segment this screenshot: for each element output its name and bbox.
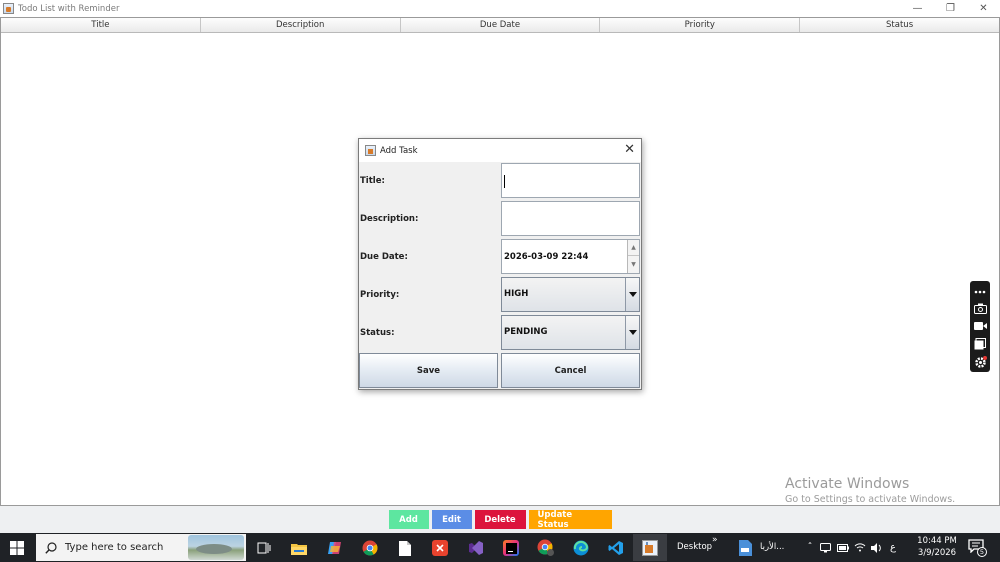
battery-icon[interactable]: [834, 543, 851, 552]
watermark-line1: Activate Windows: [785, 476, 910, 492]
volume-icon[interactable]: [868, 542, 885, 553]
wifi-icon[interactable]: [851, 543, 868, 552]
task-view-icon[interactable]: [252, 536, 276, 560]
activation-watermark: Activate Windows Go to Settings to activ…: [785, 476, 955, 505]
edit-button[interactable]: Edit: [431, 510, 472, 529]
column-header-due-date[interactable]: Due Date: [401, 18, 601, 32]
desktop-toolbar-label[interactable]: Desktop: [677, 542, 712, 552]
status-row: Status: PENDING: [359, 314, 641, 352]
input-language-indicator[interactable]: ع: [885, 542, 901, 553]
clock-date: 3/9/2026: [917, 548, 957, 558]
java-app-icon: [365, 145, 376, 156]
priority-select[interactable]: HIGH: [501, 277, 640, 312]
spinner-buttons: ▲ ▼: [627, 240, 639, 273]
search-placeholder: Type here to search: [65, 542, 164, 553]
intellij-icon[interactable]: [499, 536, 523, 560]
dialog-close-icon[interactable]: ✕: [624, 142, 635, 157]
minimize-icon[interactable]: —: [901, 0, 934, 17]
document-app-icon[interactable]: [733, 536, 757, 560]
watermark-line2: Go to Settings to activate Windows.: [785, 494, 956, 505]
column-header-description[interactable]: Description: [201, 18, 401, 32]
description-label: Description:: [360, 214, 419, 224]
status-value[interactable]: PENDING: [504, 316, 547, 349]
java-app-taskbar-icon[interactable]: [638, 536, 662, 560]
title-label: Title:: [360, 176, 385, 186]
add-button[interactable]: Add: [388, 510, 429, 529]
chrome-icon[interactable]: [358, 536, 382, 560]
meet-now-icon[interactable]: [817, 542, 834, 553]
visual-studio-icon[interactable]: [464, 536, 488, 560]
delete-button[interactable]: Delete: [474, 510, 526, 529]
title-row: Title:: [359, 162, 641, 200]
document-app-label[interactable]: الأربا...: [760, 542, 784, 552]
camera-icon[interactable]: [973, 303, 987, 315]
search-icon: [45, 541, 57, 554]
status-label: Status:: [360, 328, 395, 338]
spinner-up-icon[interactable]: ▲: [628, 240, 639, 256]
vscode-icon[interactable]: [604, 536, 628, 560]
description-input[interactable]: [501, 201, 640, 236]
table-header: Title Description Due Date Priority Stat…: [1, 18, 999, 33]
cancel-button[interactable]: Cancel: [501, 353, 640, 388]
due-date-value[interactable]: 2026-03-09 22:44: [504, 240, 588, 274]
chevron-up-icon[interactable]: ˆ: [803, 542, 817, 553]
column-header-title[interactable]: Title: [1, 18, 201, 32]
due-date-spinner[interactable]: 2026-03-09 22:44 ▲ ▼: [501, 239, 640, 274]
chrome-profile-icon[interactable]: [534, 536, 558, 560]
dropdown-arrow-icon[interactable]: [625, 316, 639, 349]
windows-start-icon[interactable]: [0, 533, 33, 562]
settings-icon[interactable]: [973, 355, 987, 369]
window-titlebar: Todo List with Reminder — ❐ ✕: [0, 0, 1000, 17]
copilot-icon[interactable]: [323, 536, 347, 560]
save-button[interactable]: Save: [359, 353, 498, 388]
priority-value[interactable]: HIGH: [504, 278, 528, 311]
restore-icon[interactable]: ❐: [934, 0, 967, 17]
dropdown-arrow-icon[interactable]: [625, 278, 639, 311]
capture-toolbar: [970, 281, 990, 372]
file-explorer-icon[interactable]: [287, 536, 311, 560]
notifications-icon[interactable]: 5: [968, 539, 987, 557]
title-input[interactable]: [501, 163, 640, 198]
update-status-button[interactable]: Update Status: [528, 510, 612, 530]
dialog-titlebar: Add Task ✕: [359, 139, 641, 162]
add-task-dialog: Add Task ✕ Title: Description: Due Date:…: [358, 138, 642, 390]
java-app-icon: [3, 3, 14, 14]
gallery-icon[interactable]: [973, 337, 987, 350]
taskbar-search[interactable]: Type here to search: [36, 534, 246, 561]
windows-taskbar: Type here to search Desktop » الأربا... …: [0, 533, 1000, 562]
description-row: Description:: [359, 200, 641, 238]
notification-count: 5: [977, 547, 987, 557]
more-icon[interactable]: [973, 286, 987, 297]
clock-time: 10:44 PM: [917, 536, 957, 546]
video-icon[interactable]: [973, 321, 987, 332]
text-caret: [504, 175, 505, 188]
column-header-priority[interactable]: Priority: [600, 18, 801, 32]
action-bar: Add Edit Delete Update Status: [0, 506, 1000, 533]
search-highlight-image[interactable]: [188, 535, 244, 560]
chevron-double-right-icon[interactable]: »: [712, 535, 718, 545]
system-tray: ˆ ع: [803, 533, 901, 562]
priority-label: Priority:: [360, 290, 400, 300]
window-controls: — ❐ ✕: [901, 0, 1000, 17]
close-icon[interactable]: ✕: [967, 0, 1000, 17]
git-client-icon[interactable]: [428, 536, 452, 560]
clock[interactable]: 10:44 PM 3/9/2026: [912, 535, 962, 559]
due-date-label: Due Date:: [360, 252, 408, 262]
due-date-row: Due Date: 2026-03-09 22:44 ▲ ▼: [359, 238, 641, 276]
status-select[interactable]: PENDING: [501, 315, 640, 350]
spinner-down-icon[interactable]: ▼: [628, 256, 639, 272]
notepad-icon[interactable]: [393, 536, 417, 560]
dialog-title: Add Task: [380, 145, 418, 156]
priority-row: Priority: HIGH: [359, 276, 641, 314]
edge-icon[interactable]: [569, 536, 593, 560]
column-header-status[interactable]: Status: [800, 18, 999, 32]
window-title: Todo List with Reminder: [18, 3, 120, 14]
